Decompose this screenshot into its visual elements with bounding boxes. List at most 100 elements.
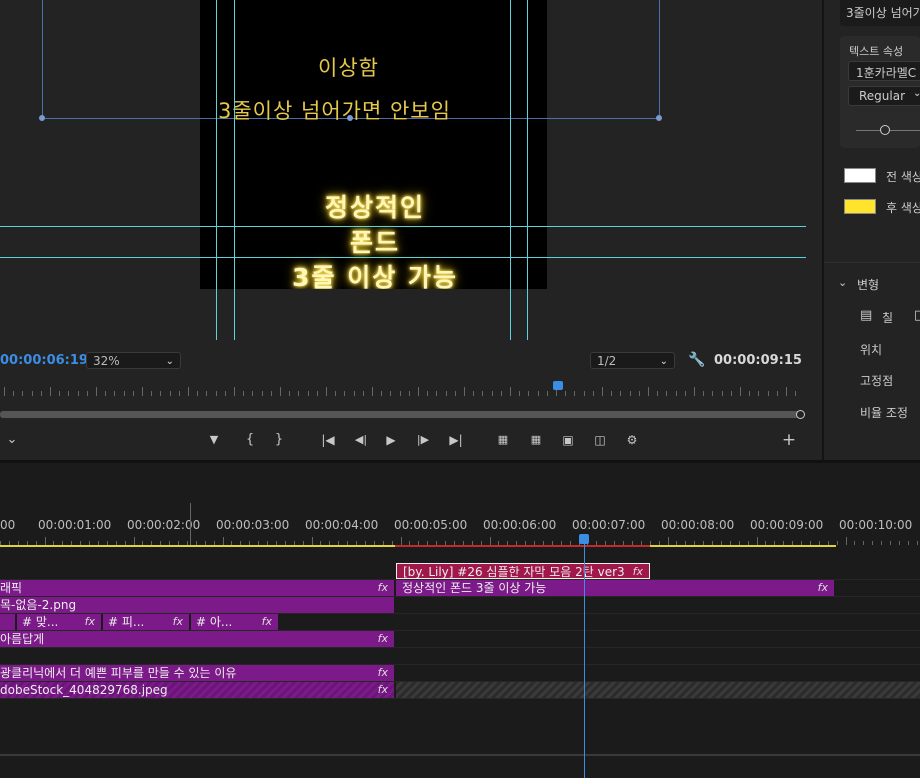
fill-after-swatch[interactable] — [844, 199, 876, 214]
fill-icon: ▤ — [860, 308, 873, 323]
resolution-select[interactable]: 1/2 ⌄ — [590, 352, 675, 369]
mark-out-icon[interactable]: } — [271, 431, 287, 449]
font-select[interactable]: 1훈카라멜C — [848, 61, 920, 81]
ruler-tick — [675, 391, 677, 396]
go-to-in-icon[interactable]: |◀ — [318, 431, 338, 449]
ruler-tick — [749, 391, 751, 396]
fill-label: 칠 — [882, 311, 894, 325]
graphic-clip[interactable]: # 아... fx — [191, 614, 278, 630]
graphic-clip[interactable]: 아름답게 fx — [0, 631, 394, 647]
extract-icon[interactable]: ▦ — [526, 431, 546, 449]
ruler-tick — [381, 391, 383, 396]
text-preview-box[interactable]: 3줄이상 넘어가 — [840, 0, 920, 26]
camera-icon[interactable]: ▣ — [559, 431, 577, 449]
step-back-icon[interactable]: ◀| — [352, 431, 370, 449]
comparison-view-icon[interactable]: ◫ — [590, 431, 610, 449]
play-icon[interactable]: ▶ — [383, 431, 399, 449]
ruler-tick — [243, 391, 245, 396]
monitor-time-ruler[interactable] — [0, 378, 810, 396]
text-clip[interactable]: 정상적인 폰드 3줄 이상 가능 fx — [396, 580, 834, 596]
go-to-out-icon[interactable]: ▶| — [446, 431, 466, 449]
track-separator — [0, 698, 920, 699]
ruler-tick — [224, 391, 226, 396]
ruler-tick — [86, 391, 88, 396]
image-clip[interactable]: dobeStock_404829768.jpeg fx — [0, 682, 394, 698]
ruler-tick — [712, 391, 714, 396]
essential-graphics-panel: 3줄이상 넘어가 텍스트 속성 1훈카라멜C Regular ⌄ 전 색상 후 … — [824, 0, 920, 460]
graphic-clip[interactable]: # 맞... fx — [17, 614, 101, 630]
lift-icon[interactable]: ▦ — [493, 431, 513, 449]
ruler-tick — [169, 391, 171, 396]
ruler-tick — [482, 391, 484, 396]
image-clip[interactable]: 목-없음-2.png — [0, 597, 394, 613]
nested-title-clip[interactable]: [by. Lily] #26 심플한 자막 모음 2탄 ver3 fx — [396, 563, 650, 579]
in-point-marker — [190, 503, 191, 545]
current-timecode[interactable]: 00:00:06:19 — [0, 353, 88, 368]
graphic-clip[interactable]: # 피... fx — [103, 614, 189, 630]
ruler-tick — [464, 387, 465, 396]
transform-section-label[interactable]: 변형 — [857, 276, 879, 293]
panel-divider[interactable] — [822, 0, 824, 460]
monitor-playhead[interactable] — [553, 381, 563, 390]
step-forward-icon[interactable]: |▶ — [414, 431, 432, 449]
clip-label: 래픽 — [0, 581, 23, 595]
ruler-tick — [657, 391, 659, 396]
ruler-tick — [786, 387, 787, 396]
ruler-tick — [574, 391, 576, 396]
glow-caption[interactable]: 정상적인 폰드 3줄 이상 가능 — [260, 190, 490, 295]
glow-caption-line-2: 폰드 — [349, 228, 400, 257]
fill-after-label: 후 색상 — [886, 201, 920, 215]
ruler-tick — [22, 391, 24, 396]
add-marker-icon[interactable]: ▼ — [206, 431, 222, 449]
graphic-clip[interactable]: 래픽 fx — [0, 580, 394, 596]
chevron-down-icon[interactable]: ⌄ — [4, 431, 20, 449]
graphic-clip[interactable] — [0, 614, 15, 630]
bbox-handle-bottom-left[interactable] — [39, 115, 45, 121]
caption-line-2[interactable]: 3줄이상 넘어가면 안보임 — [218, 95, 451, 125]
ruler-tick — [289, 391, 291, 396]
font-size-slider-handle[interactable] — [880, 125, 890, 135]
fill-before-swatch[interactable] — [844, 168, 876, 183]
bbox-handle-bottom-right[interactable] — [656, 115, 662, 121]
ruler-tick — [222, 537, 224, 545]
mark-in-icon[interactable]: { — [242, 431, 258, 449]
timeline-ruler[interactable] — [0, 533, 920, 545]
font-style-select[interactable]: Regular ⌄ — [848, 86, 920, 106]
timeline-scrollbar[interactable] — [0, 754, 920, 756]
ruler-tick — [730, 391, 732, 396]
render-bar-yellow — [650, 545, 836, 547]
track-separator — [0, 647, 920, 648]
render-bar-yellow — [0, 545, 395, 547]
time-label: 00:00:05:00 — [394, 518, 468, 532]
text-bounding-box-left — [42, 0, 43, 119]
ruler-tick — [795, 391, 797, 396]
monitor-scrub-bar[interactable] — [0, 411, 800, 418]
ruler-tick — [50, 387, 51, 396]
time-label: 00:00:09:00 — [750, 518, 824, 532]
ruler-tick — [638, 391, 640, 396]
timeline-playhead-line[interactable] — [584, 543, 585, 778]
ruler-tick — [335, 391, 337, 396]
zoom-select[interactable]: 32% ⌄ — [86, 352, 181, 369]
ruler-tick — [399, 391, 401, 396]
chevron-down-icon[interactable]: ⌄ — [838, 276, 847, 289]
wrench-icon[interactable]: 🔧 — [688, 352, 705, 368]
ruler-tick — [215, 391, 217, 396]
stroke-icon: □ — [914, 308, 920, 323]
multi-camera-icon[interactable]: ⚙ — [623, 431, 641, 449]
caption-line-1[interactable]: 이상함 — [318, 52, 379, 82]
ruler-tick — [4, 387, 5, 396]
time-label: 00:00:01:00 — [38, 518, 112, 532]
duration-timecode: 00:00:09:15 — [714, 353, 802, 368]
glow-caption-line-1: 정상적인 — [324, 193, 425, 222]
ruler-tick — [454, 391, 456, 396]
scrub-end-handle[interactable] — [796, 410, 805, 419]
divider — [824, 262, 920, 263]
fx-badge: fx — [377, 581, 388, 594]
ruler-tick — [592, 391, 594, 396]
add-button-icon[interactable]: + — [780, 431, 798, 449]
ruler-tick — [510, 387, 511, 396]
ruler-tick — [261, 391, 263, 396]
graphic-clip[interactable]: 광클리닉에서 더 예쁜 피부를 만들 수 있는 이유 fx — [0, 665, 394, 681]
fx-badge: fx — [377, 666, 388, 679]
